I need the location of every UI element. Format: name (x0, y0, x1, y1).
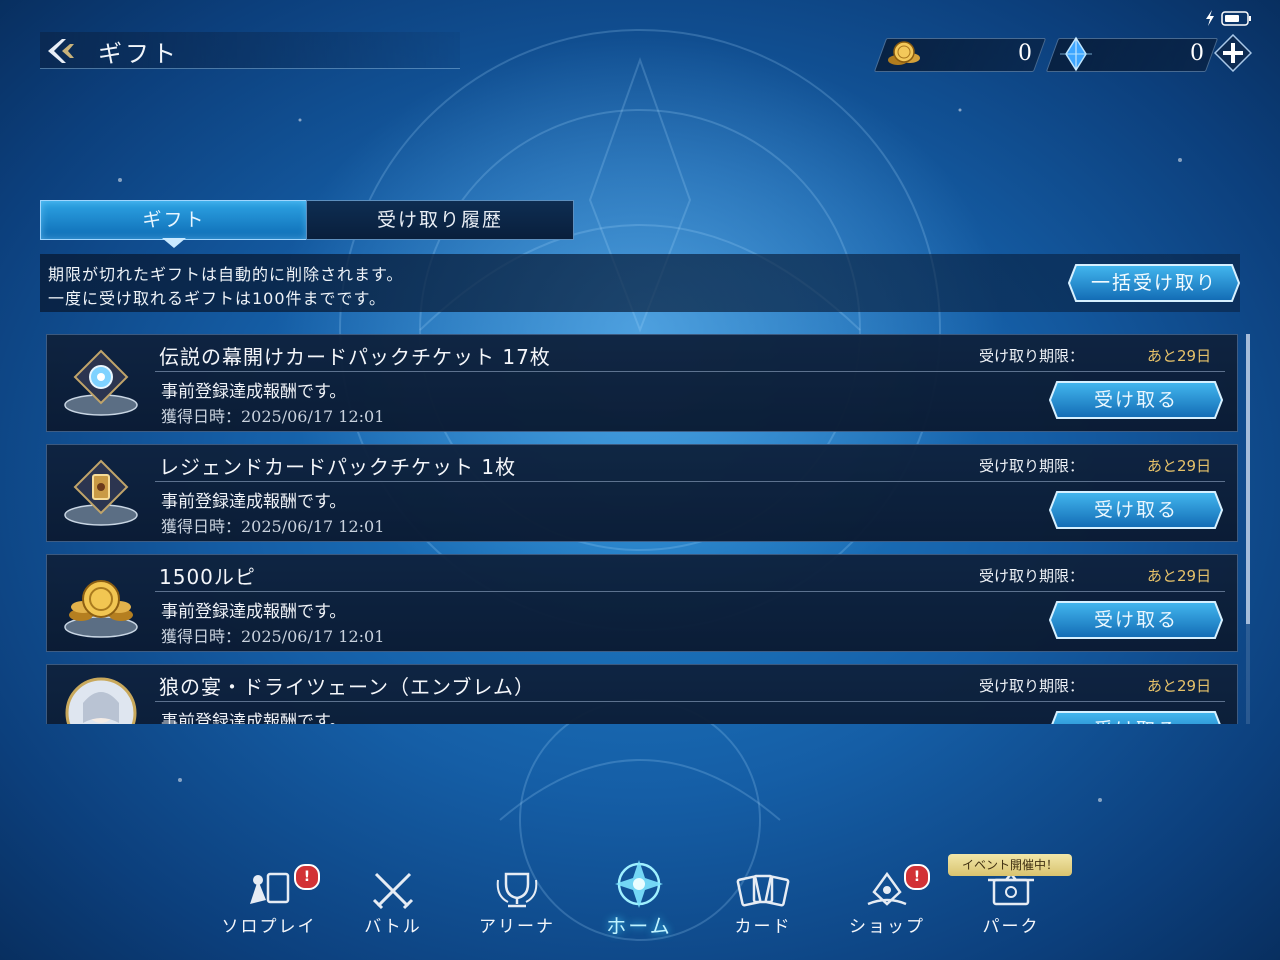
scrollbar-thumb[interactable] (1246, 334, 1250, 624)
gift-description: 事前登録達成報酬です。 (161, 712, 347, 724)
status-bar (1200, 8, 1260, 32)
gift-description: 事前登録達成報酬です。 (161, 382, 347, 402)
receive-button-label: 受け取る (1093, 609, 1178, 631)
nav-label: アリーナ (479, 917, 555, 937)
active-tab-pointer (162, 238, 186, 248)
nav-label: バトル (364, 917, 422, 937)
legend-ticket-icon (64, 349, 138, 416)
gift-item: 伝説の幕開けカードパックチケット 17枚 受け取り期限： あと29日 事前登録達… (46, 334, 1238, 432)
notice-line-1: 期限が切れたギフトは自動的に削除されます。 (48, 265, 404, 284)
gift-name: 伝説の幕開けカードパックチケット 17枚 (159, 345, 551, 369)
notification-badge: ! (294, 864, 320, 890)
receive-button[interactable]: 受け取る (1049, 711, 1223, 724)
receive-button[interactable]: 受け取る (1048, 491, 1224, 529)
receive-button-label: 受け取る (1049, 711, 1223, 724)
divider (155, 701, 1225, 702)
gift-date: 獲得日時：2025/06/17 12:01 (161, 627, 385, 646)
blue-crystal-icon (1060, 36, 1092, 72)
add-currency-button[interactable] (1214, 34, 1252, 72)
gift-list: 伝説の幕開けカードパックチケット 17枚 受け取り期限： あと29日 事前登録達… (46, 334, 1238, 724)
gift-description: 事前登録達成報酬です。 (161, 492, 347, 512)
notice-line-2: 一度に受け取れるギフトは100件までです。 (48, 289, 386, 308)
gold-currency-value: 0 (1018, 41, 1032, 66)
receive-button-label: 受け取る (1093, 389, 1178, 411)
nav-solo-play[interactable]: ソロプレイ ! (214, 864, 324, 940)
nav-label: ホーム (606, 914, 672, 938)
nav-label: パーク (982, 917, 1040, 937)
list-scrollbar[interactable] (1246, 334, 1250, 724)
divider (155, 481, 1225, 482)
event-badge: イベント開催中！ (948, 854, 1072, 876)
gift-item: 狼の宴・ドライツェーン（エンブレム） 受け取り期限： あと29日 事前登録達成報… (46, 664, 1238, 724)
nav-park[interactable]: パーク (956, 870, 1066, 940)
gift-name: 1500ルピ (159, 565, 256, 589)
deadline-label: 受け取り期限： (979, 677, 1085, 695)
cards-icon (736, 874, 790, 907)
deadline-value: あと29日 (1147, 567, 1212, 585)
tab-history[interactable]: 受け取り履歴 (306, 200, 574, 240)
receive-button[interactable]: 受け取る (1048, 381, 1224, 419)
deadline-label: 受け取り期限： (979, 567, 1085, 585)
battery-charging-icon (1206, 10, 1251, 26)
deadline-value: あと29日 (1147, 347, 1212, 365)
back-arrow-icon[interactable] (44, 36, 78, 66)
notification-badge: ! (904, 864, 930, 890)
gold-coins-icon (64, 580, 138, 638)
divider (155, 591, 1225, 592)
deadline-label: 受け取り期限： (979, 457, 1085, 475)
receive-button-label: 受け取る (1093, 499, 1178, 521)
park-icon (988, 872, 1034, 906)
tab-gift[interactable]: ギフト (40, 200, 308, 240)
deadline-value: あと29日 (1147, 677, 1212, 695)
emblem-portrait-icon (65, 677, 137, 724)
gift-date: 獲得日時：2025/06/17 12:01 (161, 407, 385, 426)
nav-label: ショップ (849, 917, 925, 937)
deadline-label: 受け取り期限： (979, 347, 1085, 365)
solo-play-icon (250, 872, 290, 904)
gift-item: レジェンドカードパックチケット 1枚 受け取り期限： あと29日 事前登録達成報… (46, 444, 1238, 542)
nav-label: ソロプレイ (221, 917, 317, 937)
nav-card[interactable]: カード (708, 870, 818, 940)
divider (155, 371, 1225, 372)
receive-button[interactable]: 受け取る (1048, 601, 1224, 639)
nav-home[interactable]: ホーム (584, 858, 694, 938)
deadline-value: あと29日 (1147, 457, 1212, 475)
gift-name: レジェンドカードパックチケット 1枚 (159, 455, 517, 479)
home-crest-icon (615, 860, 663, 908)
nav-arena[interactable]: アリーナ (462, 870, 572, 940)
crossed-swords-icon (372, 872, 414, 910)
nav-battle[interactable]: バトル (338, 870, 448, 940)
nav-label: カード (734, 917, 792, 937)
crystal-currency-value: 0 (1190, 41, 1204, 66)
gift-item: 1500ルピ 受け取り期限： あと29日 事前登録達成報酬です。 獲得日時：20… (46, 554, 1238, 652)
trophy-icon (496, 872, 538, 908)
card-pack-ticket-icon (64, 459, 138, 526)
gift-description: 事前登録達成報酬です。 (161, 602, 347, 622)
gift-name: 狼の宴・ドライツェーン（エンブレム） (159, 675, 535, 699)
page-title: ギフト (98, 40, 179, 68)
gift-date: 獲得日時：2025/06/17 12:01 (161, 517, 385, 536)
gold-coin-icon (888, 41, 920, 65)
bulk-receive-label: 一括受け取り (1090, 272, 1217, 294)
nav-shop[interactable]: ショップ ! (832, 864, 942, 940)
